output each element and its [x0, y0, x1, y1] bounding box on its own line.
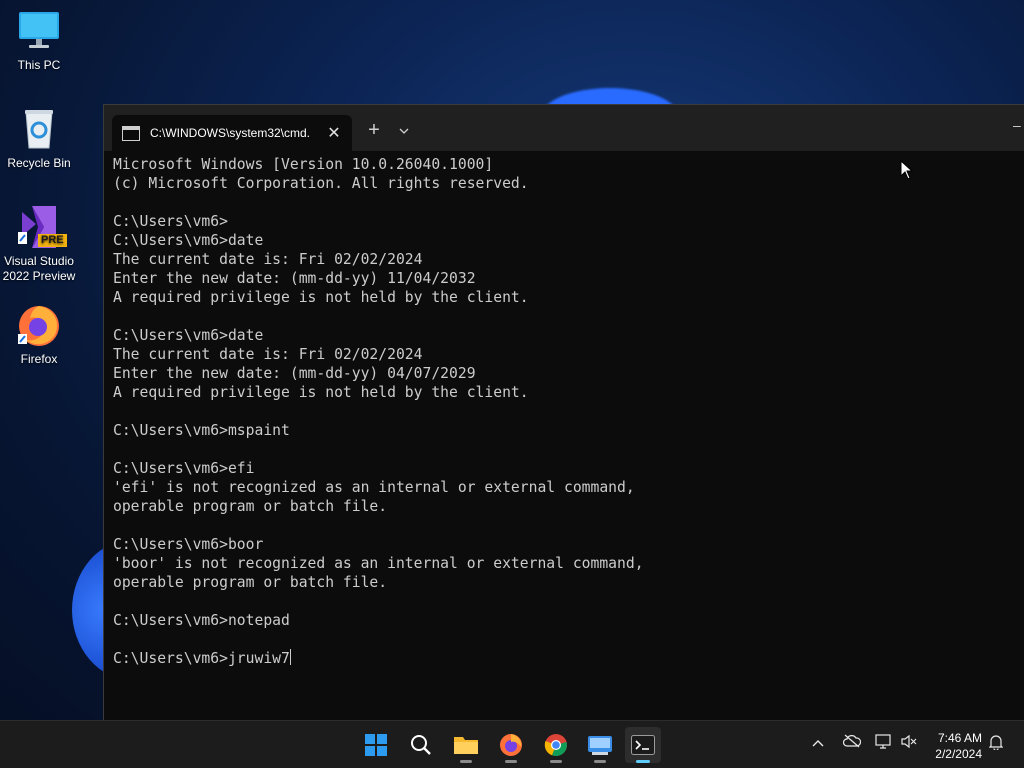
speaker-muted-icon — [901, 734, 917, 749]
volume-tray-icon[interactable] — [901, 734, 917, 752]
desktop-icon-label: Recycle Bin — [7, 156, 71, 170]
chevron-up-icon — [812, 740, 824, 747]
console-line: C:\Users\vm6>efi — [113, 460, 255, 477]
start-icon — [365, 734, 387, 756]
notifications-button[interactable] — [988, 734, 1004, 753]
console-line: The current date is: Fri 02/02/2024 — [113, 251, 423, 268]
running-indicator — [460, 760, 472, 763]
terminal-icon — [631, 735, 655, 755]
console-line: C:\Users\vm6>date — [113, 232, 264, 249]
desktop-icon-firefox[interactable]: Firefox — [0, 302, 78, 367]
title-bar[interactable]: C:\WINDOWS\system32\cmd. ✕ + – — [104, 105, 1024, 151]
clock-time: 7:46 AM — [937, 731, 982, 745]
remote-desktop-icon — [588, 736, 612, 755]
cmd-icon — [122, 125, 140, 141]
network-tray-icon[interactable] — [875, 734, 891, 752]
visual-studio-icon: PRE — [16, 204, 67, 250]
desktop-icon-label: 2022 Preview — [2, 269, 76, 283]
new-tab-button[interactable]: + — [363, 118, 385, 142]
text-cursor — [289, 649, 291, 665]
prompt: C:\Users\vm6> — [113, 650, 228, 667]
console-line: Enter the new date: (mm-dd-yy) 04/07/202… — [113, 365, 476, 382]
tab-cmd[interactable]: C:\WINDOWS\system32\cmd. ✕ — [112, 115, 352, 151]
terminal-taskbar-button[interactable] — [625, 727, 661, 763]
console-line: The current date is: Fri 02/02/2024 — [113, 346, 423, 363]
console-line: 'efi' is not recognized as an internal o… — [113, 479, 635, 496]
chrome-taskbar-button[interactable] — [538, 727, 574, 763]
firefox-icon — [16, 302, 62, 348]
desktop-icon-visual-studio[interactable]: PRE Visual Studio 2022 Preview — [0, 204, 78, 284]
firefox-icon — [500, 734, 522, 756]
minimize-button[interactable]: – — [1013, 117, 1024, 133]
console-line: operable program or batch file. — [113, 498, 388, 515]
mouse-pointer-icon — [900, 159, 914, 185]
active-indicator — [636, 760, 650, 763]
preview-badge: PRE — [38, 234, 67, 247]
running-indicator — [594, 760, 606, 763]
clock[interactable]: 7:46 AM 2/2/2024 — [935, 730, 982, 762]
console-line: C:\Users\vm6>mspaint — [113, 422, 290, 439]
terminal-window[interactable]: C:\WINDOWS\system32\cmd. ✕ + – Microsoft… — [103, 104, 1024, 720]
network-icon — [875, 734, 891, 749]
tab-title: C:\WINDOWS\system32\cmd. — [150, 126, 311, 140]
bell-icon — [988, 735, 1004, 752]
console-line: A required privilege is not held by the … — [113, 289, 529, 306]
console-prompt-line[interactable]: C:\Users\vm6>jruwiw7 — [113, 649, 1024, 668]
cloud-offline-icon — [842, 734, 862, 748]
console-line: 'boor' is not recognized as an internal … — [113, 555, 644, 572]
console-line: A required privilege is not held by the … — [113, 384, 529, 401]
chrome-icon — [544, 734, 567, 757]
desktop: This PC Recycle Bin PRE Visual Studio 20… — [0, 0, 1024, 720]
desktop-icon-this-pc[interactable]: This PC — [0, 8, 78, 73]
console-line: C:\Users\vm6>date — [113, 327, 264, 344]
console-line: C:\Users\vm6>notepad — [113, 612, 290, 629]
file-explorer-button[interactable] — [448, 727, 484, 763]
firefox-taskbar-button[interactable] — [493, 727, 529, 763]
running-indicator — [505, 760, 517, 763]
onedrive-tray-icon[interactable] — [842, 734, 862, 751]
recycle-bin-icon — [16, 106, 62, 152]
clock-date: 2/2/2024 — [935, 747, 982, 761]
search-button[interactable] — [403, 727, 439, 763]
search-icon — [411, 735, 431, 755]
chevron-down-icon[interactable] — [394, 118, 414, 142]
desktop-icon-label: Visual Studio — [4, 254, 74, 268]
console-line: Microsoft Windows [Version 10.0.26040.10… — [113, 156, 494, 173]
console-line: (c) Microsoft Corporation. All rights re… — [113, 175, 529, 192]
console-line: operable program or batch file. — [113, 574, 388, 591]
console-line: C:\Users\vm6> — [113, 213, 228, 230]
monitor-icon — [16, 8, 62, 54]
remote-desktop-taskbar-button[interactable] — [582, 727, 618, 763]
console-line: C:\Users\vm6>boor — [113, 536, 264, 553]
desktop-icon-label: Firefox — [20, 352, 58, 366]
console-output[interactable]: Microsoft Windows [Version 10.0.26040.10… — [113, 155, 1024, 720]
running-indicator — [550, 760, 562, 763]
file-explorer-icon — [454, 737, 478, 754]
show-hidden-icons-button[interactable] — [812, 735, 824, 750]
console-line: Enter the new date: (mm-dd-yy) 11/04/203… — [113, 270, 476, 287]
close-tab-icon[interactable]: ✕ — [326, 123, 342, 143]
desktop-icon-recycle-bin[interactable]: Recycle Bin — [0, 106, 78, 171]
taskbar: 7:46 AM 2/2/2024 — [0, 720, 1024, 768]
desktop-icon-label: This PC — [17, 58, 61, 72]
start-button[interactable] — [358, 727, 394, 763]
command-input[interactable]: jruwiw7 — [228, 650, 290, 667]
